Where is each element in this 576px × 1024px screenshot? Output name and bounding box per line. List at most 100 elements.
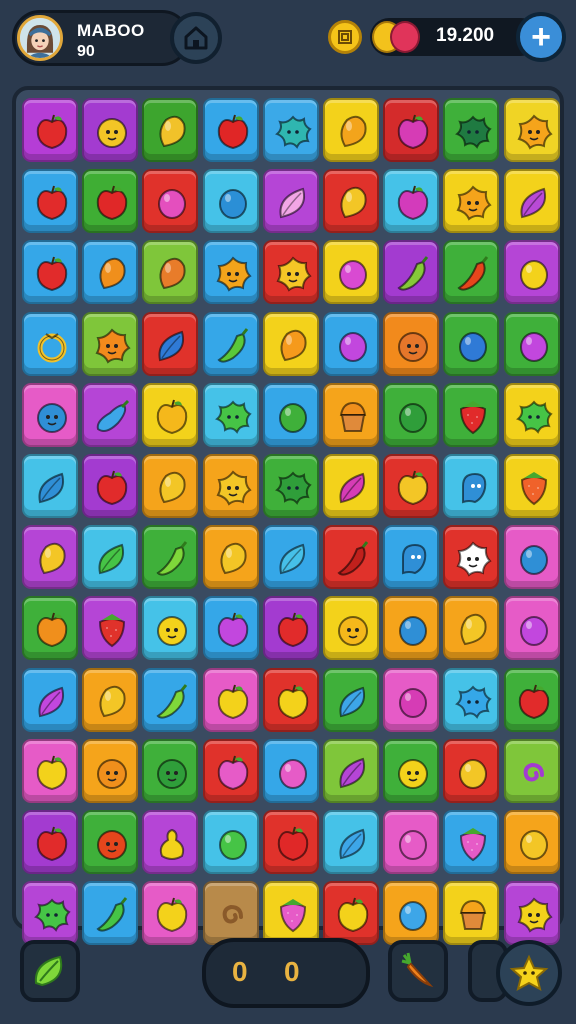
tile-plum[interactable]: [503, 311, 560, 376]
tile-leaf[interactable]: [82, 525, 139, 590]
tile-pepper[interactable]: [142, 525, 199, 590]
tile-apple[interactable]: [82, 169, 139, 234]
tile-strawberry[interactable]: [503, 454, 560, 518]
tile-apple[interactable]: [262, 667, 319, 732]
tile-apple[interactable]: [202, 667, 259, 732]
tile-plum[interactable]: [383, 382, 440, 447]
tile-apple[interactable]: [22, 810, 78, 874]
tile-mango[interactable]: [142, 454, 199, 518]
tile-leaf[interactable]: [323, 667, 379, 732]
tile-apple[interactable]: [202, 98, 259, 162]
tile-eggplant[interactable]: [82, 382, 139, 447]
player-profile[interactable]: MABOO 90: [12, 10, 190, 66]
tile-leaf[interactable]: [323, 454, 379, 518]
tile-face[interactable]: [142, 596, 199, 661]
tile-ghost[interactable]: [443, 454, 500, 518]
tile-face[interactable]: [383, 311, 440, 376]
tile-cupcake[interactable]: [323, 382, 379, 447]
tile-face[interactable]: [142, 738, 199, 803]
tile-apple[interactable]: [503, 667, 560, 732]
tile-pepper[interactable]: [142, 667, 199, 732]
tile-plum[interactable]: [503, 596, 560, 661]
tile-splat[interactable]: [503, 382, 560, 447]
tile-pepper[interactable]: [323, 525, 379, 590]
tile-leaf[interactable]: [503, 169, 560, 234]
tile-strawberry[interactable]: [82, 596, 139, 661]
tile-mango[interactable]: [323, 169, 379, 234]
tile-apple[interactable]: [383, 98, 440, 162]
coin-icon[interactable]: [328, 20, 362, 54]
tile-plum[interactable]: [383, 667, 440, 732]
tile-pepper[interactable]: [443, 240, 500, 305]
tile-plum[interactable]: [323, 240, 379, 305]
tile-leaf[interactable]: [142, 311, 199, 376]
tile-strawberry[interactable]: [443, 382, 500, 447]
tile-plum[interactable]: [142, 169, 199, 234]
tile-apple[interactable]: [22, 169, 78, 234]
tile-face[interactable]: [82, 98, 139, 162]
tile-mango[interactable]: [202, 525, 259, 590]
tile-face[interactable]: [22, 382, 78, 447]
tile-plum[interactable]: [383, 596, 440, 661]
leaf-booster-button[interactable]: [20, 940, 80, 1002]
tile-splat[interactable]: [202, 382, 259, 447]
tile-pear[interactable]: [142, 810, 199, 874]
tile-plum[interactable]: [262, 738, 319, 803]
tile-mango[interactable]: [443, 596, 500, 661]
tile-flower[interactable]: [82, 311, 139, 376]
tile-mango[interactable]: [82, 667, 139, 732]
avatar-girl-icon[interactable]: [17, 15, 63, 61]
tile-leaf[interactable]: [323, 810, 379, 874]
tile-plum[interactable]: [202, 810, 259, 874]
tile-plum[interactable]: [202, 169, 259, 234]
tile-leaf[interactable]: [22, 454, 78, 518]
tile-flower[interactable]: [443, 525, 500, 590]
tile-apple[interactable]: [22, 98, 78, 162]
tile-leaf[interactable]: [323, 738, 379, 803]
tile-apple[interactable]: [262, 596, 319, 661]
home-button[interactable]: [170, 12, 222, 64]
tile-apple[interactable]: [22, 240, 78, 305]
tile-face[interactable]: [323, 596, 379, 661]
tile-flower[interactable]: [503, 98, 560, 162]
tile-plum[interactable]: [503, 525, 560, 590]
tile-ring[interactable]: [22, 311, 78, 376]
tile-splat[interactable]: [262, 454, 319, 518]
tile-splat[interactable]: [262, 98, 319, 162]
tile-plum[interactable]: [383, 810, 440, 874]
tile-apple[interactable]: [22, 738, 78, 803]
tile-face[interactable]: [82, 810, 139, 874]
tile-plum[interactable]: [503, 240, 560, 305]
tile-mango[interactable]: [323, 98, 379, 162]
tile-plum[interactable]: [262, 382, 319, 447]
tile-apple[interactable]: [202, 596, 259, 661]
tile-ghost[interactable]: [383, 525, 440, 590]
tile-swirl[interactable]: [503, 738, 560, 803]
tile-strawberry[interactable]: [443, 810, 500, 874]
tile-flower[interactable]: [443, 169, 500, 234]
tile-mango[interactable]: [82, 240, 139, 305]
tile-pepper[interactable]: [383, 240, 440, 305]
tile-apple[interactable]: [383, 169, 440, 234]
tile-plum[interactable]: [443, 311, 500, 376]
star-booster-button[interactable]: [496, 940, 562, 1006]
tile-plum[interactable]: [323, 311, 379, 376]
tile-splat[interactable]: [443, 667, 500, 732]
tile-flower[interactable]: [202, 454, 259, 518]
tile-apple[interactable]: [383, 454, 440, 518]
tile-flower[interactable]: [262, 240, 319, 305]
tile-mango[interactable]: [262, 311, 319, 376]
tile-plum[interactable]: [503, 810, 560, 874]
tile-flower[interactable]: [202, 240, 259, 305]
tile-leaf[interactable]: [262, 169, 319, 234]
tile-face[interactable]: [383, 738, 440, 803]
tile-face[interactable]: [82, 738, 139, 803]
tile-leaf[interactable]: [22, 667, 78, 732]
tile-apple[interactable]: [202, 738, 259, 803]
tile-apple[interactable]: [22, 596, 78, 661]
tile-plum[interactable]: [443, 738, 500, 803]
tile-apple[interactable]: [82, 454, 139, 518]
tile-mango[interactable]: [142, 98, 199, 162]
tile-apple[interactable]: [142, 382, 199, 447]
tile-leaf[interactable]: [262, 525, 319, 590]
